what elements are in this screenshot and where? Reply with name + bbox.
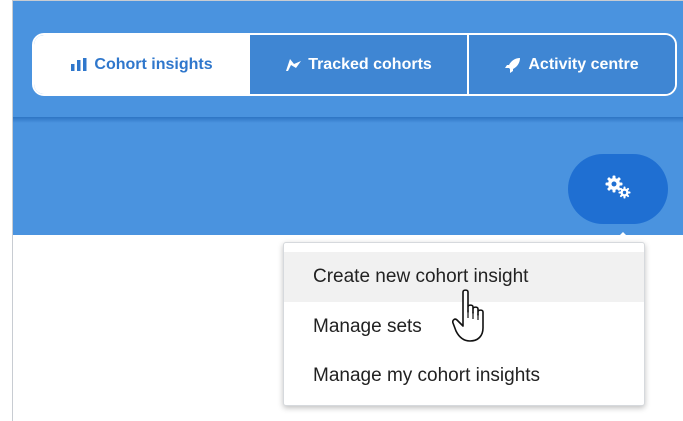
gears-icon [605,175,631,204]
tab-label: Tracked cohorts [308,55,432,73]
tab-label: Activity centre [528,55,639,73]
tab-cohort-insights[interactable]: Cohort insights [34,35,250,94]
tab-activity-centre[interactable]: Activity centre [469,35,675,94]
settings-button[interactable] [568,154,668,224]
rocket-icon [505,57,521,73]
menu-item-label: Manage sets [313,316,422,337]
menu-item-label: Create new cohort insight [313,266,529,287]
tab-group: Cohort insights Tracked cohorts Activity… [32,33,677,96]
menu-caret [613,232,633,242]
menu-item-label: Manage my cohort insights [313,365,541,386]
menu-item-manage-my-cohort-insights[interactable]: Manage my cohort insights [284,351,644,401]
hand-pointer-icon [452,288,496,346]
flag-icon [285,58,302,71]
tab-label: Cohort insights [94,55,213,73]
bar-chart-icon [71,58,87,71]
tab-tracked-cohorts[interactable]: Tracked cohorts [250,35,469,94]
